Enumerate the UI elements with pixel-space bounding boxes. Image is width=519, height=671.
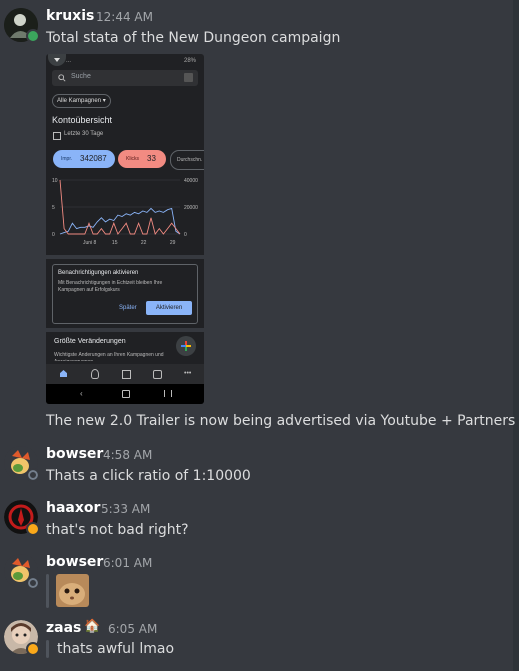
- y-left-tick: 10: [52, 178, 58, 184]
- bottom-nav: •••: [46, 364, 204, 384]
- phone-status-bar: ... 28%: [66, 58, 196, 66]
- message-bowser: bowser 6:01 AM: [0, 548, 513, 612]
- username[interactable]: zaas: [46, 620, 81, 636]
- lightbulb-icon[interactable]: [91, 369, 99, 379]
- username[interactable]: haaxor: [46, 500, 100, 516]
- status-idle-icon: [26, 522, 40, 536]
- changes-title: Größte Veränderungen: [54, 338, 126, 345]
- notification-card: Benachrichtigungen aktivieren Mit Benach…: [52, 264, 198, 324]
- quote-bar: [46, 640, 49, 658]
- campaign-select[interactable]: Alle Kampagnen ▾: [52, 94, 111, 108]
- x-tick: 29: [170, 240, 176, 246]
- date-range[interactable]: Letzte 30 Tage: [64, 131, 103, 137]
- timestamp: 4:58 AM: [103, 448, 153, 462]
- x-tick: Juni 8: [83, 240, 97, 246]
- campaigns-icon[interactable]: [122, 370, 131, 379]
- timestamp: 5:33 AM: [101, 502, 151, 516]
- alerts-icon[interactable]: [153, 370, 162, 379]
- x-tick: 15: [112, 240, 118, 246]
- timestamp: 6:05 AM: [108, 622, 158, 636]
- search-icon: [58, 74, 66, 82]
- house-emoji-icon: 🏠: [84, 619, 101, 634]
- message-text: Thats a click ratio of 1:10000: [46, 468, 251, 484]
- battery-text: 28%: [183, 58, 196, 64]
- back-icon[interactable]: ‹: [80, 389, 83, 398]
- metric-label: Impr.: [61, 156, 73, 162]
- metric-label: Klicks: [126, 156, 140, 162]
- message-zaas: zaas 🏠 6:05 AM thats awful lmao: [0, 614, 513, 671]
- y-left-tick: 5: [52, 205, 55, 211]
- divider: [46, 328, 204, 332]
- recents-icon[interactable]: [164, 390, 172, 397]
- quote-bar: [46, 574, 49, 608]
- metric-chip-average[interactable]: Durchschn.: [170, 150, 204, 170]
- status-online-icon: [26, 29, 40, 43]
- later-button[interactable]: Später: [119, 305, 137, 311]
- activate-button[interactable]: Aktivieren: [146, 301, 192, 315]
- home-icon[interactable]: [60, 370, 67, 377]
- series-line-impressions: [59, 207, 181, 235]
- metric-value: 342087: [80, 154, 107, 163]
- message-text: Total stata of the New Dungeon campaign: [46, 30, 341, 46]
- calendar-icon: [53, 132, 61, 140]
- y-left-tick: 0: [52, 232, 55, 238]
- username[interactable]: bowser: [46, 554, 103, 570]
- x-tick: 22: [141, 240, 147, 246]
- metric-value: 33: [147, 154, 156, 163]
- status-offline-icon: [26, 468, 40, 482]
- message-kruxis: kruxis 12:44 AM Total stata of the New D…: [0, 0, 515, 429]
- notification-text: Mit Benachrichtigungen in Echtzeit bleib…: [58, 280, 163, 293]
- metric-chip-clicks[interactable]: Klicks 33: [118, 150, 166, 168]
- message-text: that's not bad right?: [46, 522, 189, 538]
- image-attachment[interactable]: ... 28% Suche Alle Kampagnen ▾ Kontoüber…: [46, 54, 204, 404]
- add-button[interactable]: [176, 336, 196, 356]
- message-haaxor: haaxor 5:33 AM that's not bad right?: [0, 494, 513, 544]
- cat-image-icon: [56, 574, 89, 607]
- plus-icon: [181, 341, 191, 351]
- status-idle-icon: [26, 642, 40, 656]
- changes-text: Wichtigste Änderungen an Ihren Kampagnen…: [54, 352, 164, 361]
- status-left: ...: [66, 58, 72, 64]
- home-button-icon[interactable]: [122, 390, 130, 398]
- y-right-tick: 40000: [184, 178, 198, 184]
- timestamp: 12:44 AM: [96, 10, 153, 24]
- notification-title: Benachrichtigungen aktivieren: [58, 270, 139, 276]
- username[interactable]: kruxis: [46, 8, 94, 24]
- y-right-tick: 0: [184, 232, 187, 238]
- metric-label: Durchschn.: [177, 157, 203, 163]
- divider: [46, 255, 204, 259]
- search-bar[interactable]: Suche: [52, 70, 198, 86]
- search-placeholder: Suche: [71, 73, 91, 80]
- account-icon[interactable]: [184, 73, 193, 82]
- metric-chip-impressions[interactable]: Impr. 342087: [53, 150, 115, 168]
- system-nav-bar: ‹: [46, 384, 204, 404]
- message-text: thats awful lmao: [57, 641, 175, 657]
- status-offline-icon: [26, 576, 40, 590]
- expand-icon[interactable]: [48, 54, 66, 66]
- image-attachment[interactable]: [56, 574, 89, 607]
- more-icon[interactable]: •••: [184, 370, 191, 377]
- overview-title: Kontoübersicht: [52, 115, 113, 125]
- timestamp: 6:01 AM: [103, 556, 153, 570]
- y-right-tick: 20000: [184, 205, 198, 211]
- message-bowser: bowser 4:58 AM Thats a click ratio of 1:…: [0, 440, 513, 490]
- message-text: The new 2.0 Trailer is now being adverti…: [46, 413, 516, 429]
- username[interactable]: bowser: [46, 446, 103, 462]
- scrollbar[interactable]: [513, 0, 519, 671]
- line-chart: 10 5 0 40000 20000 0 Juni 8 15 22 29: [52, 178, 198, 246]
